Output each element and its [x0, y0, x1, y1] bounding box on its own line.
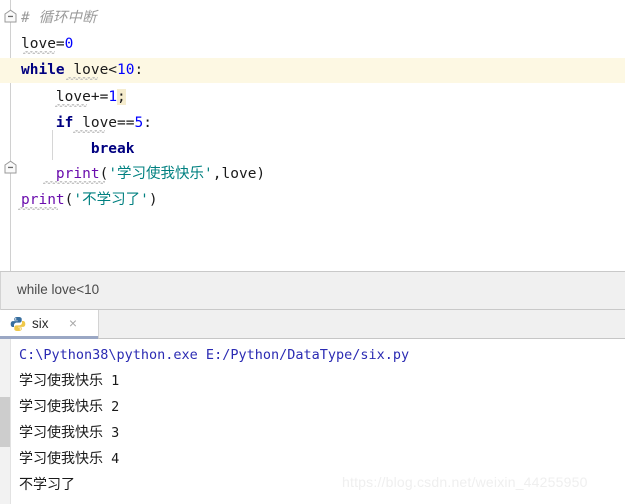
token-semi-warn-2: ; [117, 89, 126, 105]
console-cjk-text: 不学习了 [19, 477, 75, 493]
token-plain-0: love= [21, 36, 65, 52]
token-cmt-1: 循环中断 [38, 10, 97, 26]
token-plain-0: love+= [55, 89, 109, 105]
token-plain-3: ) [148, 192, 158, 208]
token-str-2: '学习使我快乐' [108, 166, 213, 182]
console-command: C:\Python38\python.exe E:/Python/DataTyp… [19, 347, 410, 363]
token-plain-1: love== [73, 115, 135, 131]
token-plain-3: : [143, 115, 152, 131]
console-cjk-text: 学习使我快乐 [19, 451, 103, 467]
run-tab-label: six [32, 316, 49, 331]
breadcrumb-left-divider [0, 272, 1, 310]
token-num-1: 0 [64, 36, 74, 52]
token-plain-1: ( [99, 166, 109, 182]
breadcrumb-path[interactable]: while love<10 [17, 282, 99, 297]
console-scrollbar-thumb[interactable] [0, 397, 10, 447]
line-break[interactable]: break [0, 137, 625, 162]
console-cjk-text: 学习使我快乐 [19, 373, 103, 389]
run-tab-bar[interactable]: six × [0, 310, 625, 339]
console-cjk-text: 学习使我快乐 [19, 399, 103, 415]
token-str-2: '不学习了' [73, 192, 149, 208]
token-plain-3: : [134, 62, 144, 78]
code-lines[interactable]: # 循环中断 love=0 while love<10: love+=1; if l… [0, 0, 625, 271]
breadcrumb-bar[interactable]: while love<10 [0, 271, 625, 310]
squiggle-print-inner [43, 181, 105, 184]
line-assign[interactable]: love=0 [0, 32, 625, 57]
token-kw-0: while [21, 62, 65, 78]
run-tab-divider [98, 310, 99, 338]
code-editor[interactable]: # 循环中断 love=0 while love<10: love+=1; if l… [0, 0, 625, 271]
console-out-2: 学习使我快乐 2 [19, 399, 120, 415]
squiggle-love-while [66, 77, 98, 80]
squiggle-love-if [73, 130, 105, 133]
token-num-2: 5 [134, 115, 144, 131]
token-fn-0: print [55, 166, 100, 182]
squiggle-print-outer [18, 207, 58, 210]
token-num-1: 1 [108, 89, 118, 105]
console-scrollbar[interactable] [0, 339, 11, 504]
token-fn-0: print [21, 192, 65, 208]
code-text: break [0, 137, 135, 162]
code-text: print('学习使我快乐',love) [0, 162, 265, 187]
token-cmt-0: # [21, 10, 39, 26]
console-out-3: 学习使我快乐 3 [19, 425, 120, 441]
console-cjk-text: 学习使我快乐 [19, 425, 103, 441]
token-plain-3: ,love) [212, 166, 266, 182]
squiggle-love-increment [55, 104, 87, 107]
token-kw-0: if [55, 115, 74, 131]
token-plain-1: love< [64, 62, 118, 78]
console-out-5: 不学习了 [19, 473, 75, 498]
close-icon[interactable]: × [66, 315, 80, 331]
line-increment[interactable]: love+=1; [0, 85, 625, 110]
token-kw-0: break [90, 141, 135, 157]
token-num-2: 10 [117, 62, 135, 78]
line-print-out[interactable]: print('不学习了') [0, 188, 625, 213]
indent-guide-if-body [52, 130, 53, 160]
console-out-1: 学习使我快乐 1 [19, 373, 120, 389]
code-text: # 循环中断 [0, 6, 96, 31]
watermark: https://blog.csdn.net/weixin_44255950 [342, 474, 588, 490]
python-icon [10, 316, 26, 332]
line-comment[interactable]: # 循环中断 [0, 6, 625, 31]
run-tab-six[interactable]: six × [0, 310, 98, 339]
console-out-4: 学习使我快乐 4 [19, 451, 120, 467]
squiggle-love-assign [23, 51, 55, 54]
